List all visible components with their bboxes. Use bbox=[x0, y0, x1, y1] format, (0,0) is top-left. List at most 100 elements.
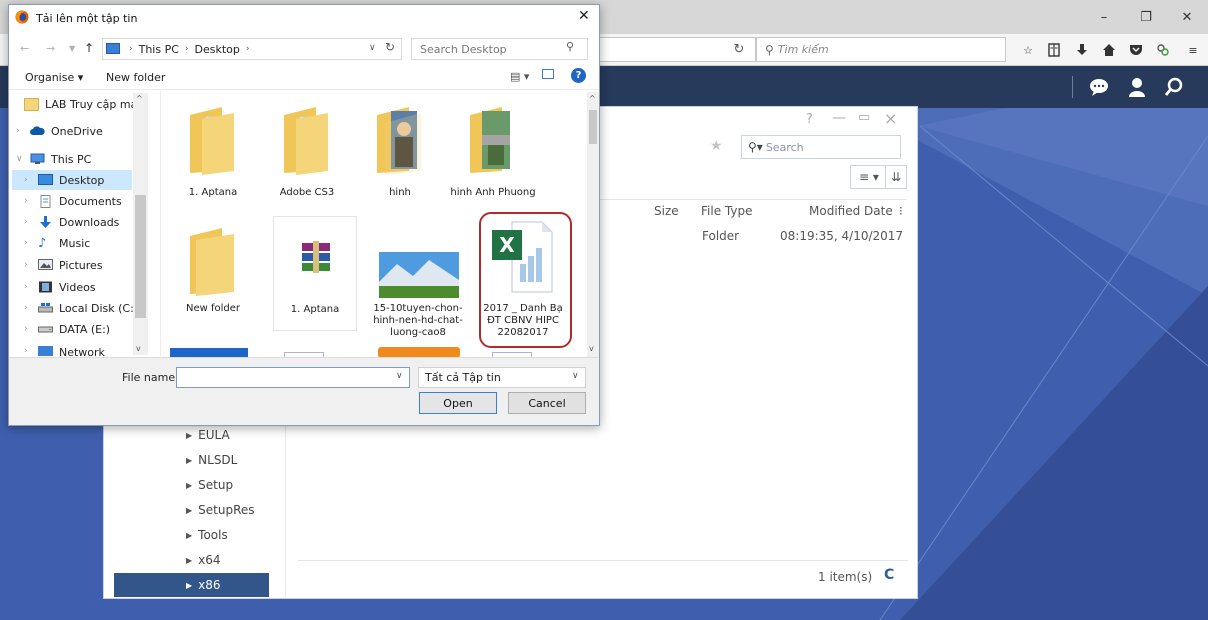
file-item[interactable]: 1. Aptana bbox=[168, 95, 258, 210]
nav-item-network[interactable]: › Network bbox=[24, 346, 105, 356]
column-size[interactable]: Size bbox=[654, 204, 679, 218]
file-list-scrollbar-thumb[interactable] bbox=[589, 110, 597, 144]
search-icon: ⚲▾ bbox=[748, 140, 763, 154]
folder-icon bbox=[190, 107, 234, 175]
menu-icon[interactable]: ≡ bbox=[1181, 38, 1205, 62]
column-modified-date[interactable]: Modified Date bbox=[809, 204, 893, 218]
nav-item-onedrive[interactable]: › OneDrive bbox=[16, 121, 103, 141]
breadcrumb-this-pc[interactable]: This PC bbox=[139, 43, 179, 56]
minimize-button[interactable]: – bbox=[1083, 0, 1125, 34]
collapse-arrow-icon[interactable]: ∨ bbox=[16, 154, 30, 164]
scroll-down-arrow-icon[interactable]: v bbox=[136, 344, 141, 353]
chevron-down-icon[interactable]: ∨ bbox=[396, 371, 403, 381]
expand-arrow-icon[interactable]: › bbox=[24, 196, 38, 206]
preview-pane-icon[interactable] bbox=[542, 69, 554, 79]
minimize-icon[interactable]: — bbox=[832, 110, 846, 126]
up-arrow-icon[interactable]: ↑ bbox=[84, 41, 94, 55]
reload-icon[interactable]: ↻ bbox=[726, 37, 752, 62]
tree-item-tools[interactable]: ▶ Tools bbox=[186, 524, 296, 546]
nav-item-pictures[interactable]: › Pictures bbox=[24, 255, 103, 275]
dialog-close-icon[interactable]: ✕ bbox=[578, 8, 590, 24]
nav-item-videos[interactable]: › Videos bbox=[24, 277, 96, 297]
home-icon[interactable] bbox=[1097, 38, 1121, 62]
nav-item-data-drive[interactable]: › DATA (E:) bbox=[24, 319, 110, 339]
tree-item-setupres[interactable]: ▶ SetupRes bbox=[186, 499, 296, 521]
file-item[interactable]: 1. Aptana bbox=[273, 216, 357, 331]
favorite-star-icon[interactable]: ★ bbox=[710, 138, 723, 154]
new-folder-button[interactable]: New folder bbox=[106, 71, 165, 84]
chat-icon[interactable] bbox=[1083, 73, 1115, 101]
tree-item-eula[interactable]: ▶ EULA bbox=[186, 424, 296, 446]
chevron-down-icon[interactable]: ∨ bbox=[369, 43, 376, 53]
archive-icon bbox=[302, 241, 330, 273]
organise-button[interactable]: Organise ▾ bbox=[25, 71, 83, 84]
scroll-down-arrow-icon[interactable]: v bbox=[589, 344, 594, 353]
nav-item-local-disk[interactable]: › Local Disk (C:) bbox=[24, 298, 138, 318]
help-icon[interactable]: ? bbox=[571, 68, 586, 83]
refresh-icon[interactable]: C bbox=[884, 567, 894, 583]
dialog-search-input[interactable]: Search Desktop bbox=[411, 38, 588, 60]
nav-item-downloads[interactable]: › Downloads bbox=[24, 212, 119, 232]
nav-item-music[interactable]: › ♪ Music bbox=[24, 233, 90, 253]
cancel-button[interactable]: Cancel bbox=[508, 392, 586, 414]
refresh-icon[interactable]: ↻ bbox=[385, 40, 395, 54]
tree-item-nlsdl[interactable]: ▶ NLSDL bbox=[186, 449, 296, 471]
file-manager-search-input[interactable]: ⚲▾ Search bbox=[741, 135, 901, 159]
chevron-down-icon[interactable]: ∨ bbox=[572, 371, 579, 381]
breadcrumb-desktop[interactable]: Desktop bbox=[195, 43, 240, 56]
download-icon[interactable] bbox=[1070, 38, 1094, 62]
firefox-search-input[interactable]: ⚲ Tìm kiếm bbox=[756, 37, 1006, 62]
expand-arrow-icon[interactable]: › bbox=[24, 346, 38, 356]
expand-arrow-icon[interactable]: › bbox=[24, 303, 38, 313]
file-type-filter-select[interactable]: Tất cả Tập tin bbox=[418, 367, 586, 388]
column-file-type[interactable]: File Type bbox=[701, 204, 752, 218]
expand-arrow-icon[interactable]: › bbox=[24, 238, 38, 248]
star-icon[interactable]: ☆ bbox=[1016, 38, 1040, 62]
expand-arrow-icon[interactable]: › bbox=[24, 217, 38, 227]
reading-list-icon[interactable] bbox=[1042, 38, 1066, 62]
back-arrow-icon[interactable]: ← bbox=[20, 42, 29, 55]
file-item[interactable]: hinh bbox=[355, 95, 445, 210]
expand-arrow-icon[interactable]: › bbox=[24, 282, 38, 292]
maximize-icon[interactable]: ▭ bbox=[858, 110, 870, 125]
nav-item-documents[interactable]: › Documents bbox=[24, 191, 122, 211]
search-icon[interactable]: ⚲ bbox=[566, 40, 574, 53]
expand-arrow-icon[interactable]: › bbox=[24, 260, 38, 270]
scroll-up-arrow-icon[interactable]: ^ bbox=[589, 94, 596, 103]
close-icon[interactable]: × bbox=[884, 109, 897, 128]
user-icon[interactable] bbox=[1121, 73, 1153, 101]
file-item[interactable]: Adobe CS3 bbox=[262, 95, 352, 210]
disk-icon bbox=[38, 302, 53, 315]
tree-item-setup[interactable]: ▶ Setup bbox=[186, 474, 296, 496]
tree-item-x86[interactable]: ▶ x86 bbox=[186, 574, 296, 596]
column-menu-icon[interactable]: ⁝ bbox=[899, 204, 903, 218]
tree-item-x64[interactable]: ▶ x64 bbox=[186, 549, 296, 571]
recent-locations-icon[interactable]: ▼ bbox=[69, 44, 75, 53]
restore-button[interactable]: ❐ bbox=[1125, 0, 1167, 34]
nav-item-lab-folder[interactable]: LAB Truy cập mạ bbox=[24, 94, 137, 114]
expand-arrow-icon[interactable]: › bbox=[24, 324, 38, 334]
pocket-icon[interactable] bbox=[1124, 38, 1148, 62]
close-button[interactable]: ✕ bbox=[1166, 0, 1208, 34]
view-mode-button[interactable]: ≡ ▾ bbox=[850, 165, 888, 189]
file-item[interactable]: hinh Anh Phuong bbox=[448, 95, 538, 210]
address-bar[interactable]: › This PC › Desktop › bbox=[102, 38, 402, 60]
expand-arrow-icon[interactable]: › bbox=[16, 126, 30, 136]
file-item[interactable]: New folder bbox=[168, 216, 258, 331]
nav-item-this-pc[interactable]: ∨ This PC bbox=[16, 149, 91, 169]
dialog-title: Tải lên một tập tin bbox=[36, 12, 138, 25]
expand-arrow-icon[interactable]: › bbox=[24, 175, 38, 185]
scroll-up-arrow-icon[interactable]: ^ bbox=[136, 94, 143, 103]
file-name-input[interactable] bbox=[176, 367, 410, 388]
sort-button[interactable]: ⇊ bbox=[885, 165, 907, 189]
nav-scrollbar-thumb[interactable] bbox=[135, 195, 146, 318]
open-button[interactable]: Open bbox=[419, 392, 497, 414]
help-icon[interactable]: ? bbox=[806, 112, 813, 127]
view-options-icon[interactable]: ▤ ▾ bbox=[510, 70, 529, 83]
nav-item-desktop[interactable]: › Desktop bbox=[24, 170, 104, 190]
header-divider bbox=[1072, 76, 1073, 98]
extension-icon[interactable] bbox=[1151, 38, 1175, 62]
forward-arrow-icon[interactable]: → bbox=[46, 42, 55, 55]
search-icon[interactable] bbox=[1158, 73, 1190, 101]
file-item[interactable]: 15-10tuyen-chon-hinh-nen-hd-chat-luong-c… bbox=[369, 216, 463, 338]
